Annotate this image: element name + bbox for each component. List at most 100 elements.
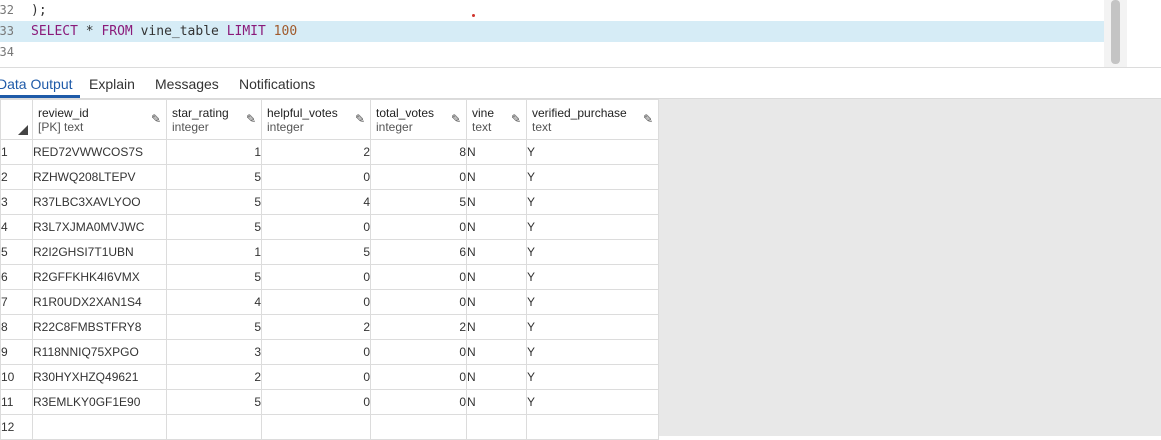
cell-verified-purchase[interactable]: Y <box>526 239 659 265</box>
row-number[interactable]: 2 <box>0 164 33 190</box>
cell-total-votes[interactable]: 2 <box>370 314 467 340</box>
pencil-icon[interactable]: ✎ <box>451 113 461 125</box>
cell-review-id[interactable]: R3EMLKY0GF1E90 <box>32 389 167 415</box>
row-number[interactable]: 7 <box>0 289 33 315</box>
row-number[interactable]: 9 <box>0 339 33 365</box>
cell-verified-purchase[interactable]: Y <box>526 314 659 340</box>
cell-review-id[interactable]: R3L7XJMA0MVJWC <box>32 214 167 240</box>
table-row[interactable]: 4 R3L7XJMA0MVJWC 5 0 0 N Y <box>0 214 659 240</box>
cell-helpful-votes[interactable]: 0 <box>261 264 371 290</box>
cell-review-id[interactable]: R22C8FMBSTFRY8 <box>32 314 167 340</box>
cell-helpful-votes[interactable]: 2 <box>261 314 371 340</box>
cell-vine[interactable]: N <box>466 339 527 365</box>
cell-review-id[interactable]: R37LBC3XAVLYOO <box>32 189 167 215</box>
cell-verified-purchase[interactable]: Y <box>526 214 659 240</box>
query-editor[interactable]: 32 ); 33 SELECT * FROM vine_table LIMIT … <box>0 0 1161 68</box>
pencil-icon[interactable]: ✎ <box>151 113 161 125</box>
cell-verified-purchase[interactable]: Y <box>526 364 659 390</box>
editor-line[interactable]: 34 <box>0 42 1104 63</box>
table-row[interactable]: 8 R22C8FMBSTFRY8 5 2 2 N Y <box>0 314 659 340</box>
table-row[interactable]: 11 R3EMLKY0GF1E90 5 0 0 N Y <box>0 389 659 415</box>
cell-vine[interactable]: N <box>466 289 527 315</box>
row-number[interactable]: 3 <box>0 189 33 215</box>
row-number[interactable]: 5 <box>0 239 33 265</box>
cell-star-rating[interactable]: 3 <box>166 339 262 365</box>
table-row[interactable]: 3 R37LBC3XAVLYOO 5 4 5 N Y <box>0 189 659 215</box>
table-row[interactable]: 6 R2GFFKHK4I6VMX 5 0 0 N Y <box>0 264 659 290</box>
cell-total-votes[interactable]: 0 <box>370 364 467 390</box>
column-header-helpful-votes[interactable]: helpful_votes integer ✎ <box>261 99 371 140</box>
editor-line[interactable]: 32 ); <box>0 0 1104 21</box>
cell-star-rating[interactable]: 5 <box>166 264 262 290</box>
tab-data-output[interactable]: Data Output <box>0 75 73 93</box>
cell-total-votes[interactable]: 0 <box>370 264 467 290</box>
cell-verified-purchase[interactable]: Y <box>526 289 659 315</box>
cell-verified-purchase[interactable]: Y <box>526 189 659 215</box>
editor-line-active[interactable]: 33 SELECT * FROM vine_table LIMIT 100 <box>0 21 1104 42</box>
cell-total-votes[interactable]: 0 <box>370 339 467 365</box>
cell-helpful-votes[interactable]: 0 <box>261 214 371 240</box>
cell-vine[interactable]: N <box>466 364 527 390</box>
cell-helpful-votes[interactable]: 0 <box>261 364 371 390</box>
cell-verified-purchase[interactable]: Y <box>526 164 659 190</box>
row-number[interactable]: 8 <box>0 314 33 340</box>
cell-verified-purchase[interactable]: Y <box>526 339 659 365</box>
cell-star-rating[interactable]: 5 <box>166 164 262 190</box>
pencil-icon[interactable]: ✎ <box>355 113 365 125</box>
cell-review-id[interactable]: RED72VWWCOS7S <box>32 139 167 165</box>
cell-vine[interactable]: N <box>466 214 527 240</box>
cell-vine[interactable]: N <box>466 139 527 165</box>
select-all-corner[interactable] <box>0 99 33 140</box>
column-header-total-votes[interactable]: total_votes integer ✎ <box>370 99 467 140</box>
table-row[interactable]: 9 R118NNIQ75XPGO 3 0 0 N Y <box>0 339 659 365</box>
cell-review-id[interactable]: R118NNIQ75XPGO <box>32 339 167 365</box>
cell-helpful-votes[interactable]: 5 <box>261 239 371 265</box>
editor-scrollbar[interactable] <box>1104 0 1127 68</box>
cell-review-id[interactable]: RZHWQ208LTEPV <box>32 164 167 190</box>
cell-helpful-votes[interactable]: 0 <box>261 164 371 190</box>
pencil-icon[interactable]: ✎ <box>246 113 256 125</box>
row-number[interactable]: 10 <box>0 364 33 390</box>
column-header-vine[interactable]: vine text ✎ <box>466 99 527 140</box>
scrollbar-thumb[interactable] <box>1111 0 1120 64</box>
cell-star-rating[interactable]: 4 <box>166 289 262 315</box>
cell-star-rating[interactable]: 1 <box>166 139 262 165</box>
cell-vine[interactable]: N <box>466 264 527 290</box>
cell-total-votes[interactable]: 6 <box>370 239 467 265</box>
tab-notifications[interactable]: Notifications <box>239 75 315 93</box>
cell-helpful-votes[interactable]: 0 <box>261 389 371 415</box>
cell-total-votes[interactable]: 8 <box>370 139 467 165</box>
tab-explain[interactable]: Explain <box>89 75 135 93</box>
column-header-verified-purchase[interactable]: verified_purchase text ✎ <box>526 99 659 140</box>
table-row[interactable]: 2 RZHWQ208LTEPV 5 0 0 N Y <box>0 164 659 190</box>
table-row[interactable]: 7 R1R0UDX2XAN1S4 4 0 0 N Y <box>0 289 659 315</box>
row-number[interactable]: 4 <box>0 214 33 240</box>
cell-star-rating[interactable]: 5 <box>166 214 262 240</box>
cell-review-id[interactable]: R30HYXHZQ49621 <box>32 364 167 390</box>
cell-review-id[interactable]: R2I2GHSI7T1UBN <box>32 239 167 265</box>
cell-review-id[interactable]: R2GFFKHK4I6VMX <box>32 264 167 290</box>
row-number[interactable]: 6 <box>0 264 33 290</box>
cell-star-rating[interactable]: 1 <box>166 239 262 265</box>
cell-star-rating[interactable]: 5 <box>166 389 262 415</box>
cell-vine[interactable]: N <box>466 314 527 340</box>
tab-messages[interactable]: Messages <box>155 75 219 93</box>
cell-total-votes[interactable]: 0 <box>370 389 467 415</box>
row-number[interactable]: 1 <box>0 139 33 165</box>
cell-verified-purchase[interactable]: Y <box>526 139 659 165</box>
cell-helpful-votes[interactable]: 0 <box>261 339 371 365</box>
table-row[interactable]: 5 R2I2GHSI7T1UBN 1 5 6 N Y <box>0 239 659 265</box>
cell-verified-purchase[interactable]: Y <box>526 264 659 290</box>
column-header-star-rating[interactable]: star_rating integer ✎ <box>166 99 262 140</box>
cell-total-votes[interactable]: 5 <box>370 189 467 215</box>
cell-vine[interactable]: N <box>466 389 527 415</box>
cell-helpful-votes[interactable]: 0 <box>261 289 371 315</box>
cell-helpful-votes[interactable]: 2 <box>261 139 371 165</box>
cell-vine[interactable]: N <box>466 189 527 215</box>
cell-total-votes[interactable]: 0 <box>370 289 467 315</box>
cell-star-rating[interactable]: 5 <box>166 314 262 340</box>
cell-helpful-votes[interactable]: 4 <box>261 189 371 215</box>
table-row[interactable]: 1 RED72VWWCOS7S 1 2 8 N Y <box>0 139 659 165</box>
row-number[interactable]: 11 <box>0 389 33 415</box>
pencil-icon[interactable]: ✎ <box>511 113 521 125</box>
